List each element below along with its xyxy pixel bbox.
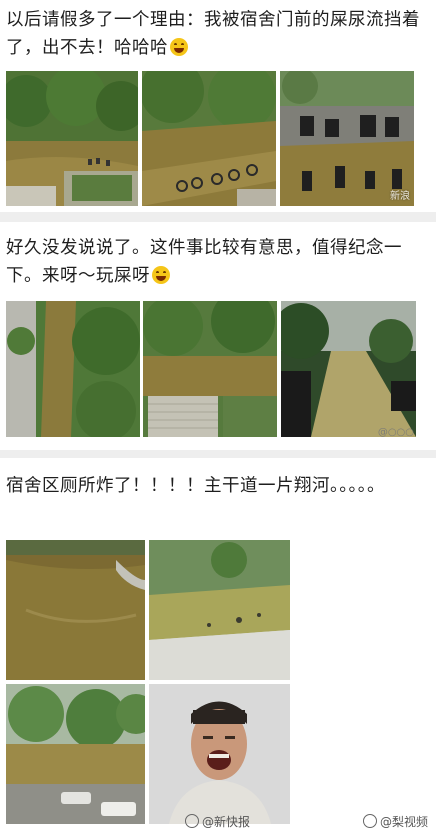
- source-mark-right: @梨视频: [362, 813, 428, 830]
- source-right-label: @梨视频: [379, 815, 428, 829]
- road-flood-overview-image: [6, 684, 145, 824]
- source-mark-left: @新快报: [185, 813, 250, 830]
- overflowing-water-image: [149, 540, 290, 680]
- post-3-photo-4[interactable]: [149, 684, 290, 824]
- post-3: 宿舍区厕所炸了！！！！主干道一片翔河。。。。。 @新快报 @梨视频: [0, 458, 436, 836]
- post-2-text-content: 好久没发说说了。这件事比较有意思，值得纪念一下。来呀～玩屎呀: [6, 238, 402, 286]
- post-1: 以后请假多了一个理由：我被宿舍门前的屎尿流挡着了，出不去！哈哈哈 新浪: [0, 0, 436, 212]
- post-1-text: 以后请假多了一个理由：我被宿舍门前的屎尿流挡着了，出不去！哈哈哈: [6, 6, 426, 62]
- post-3-photo-3[interactable]: [6, 684, 145, 824]
- post-2-text: 好久没发说说了。这件事比较有意思，值得纪念一下。来呀～玩屎呀: [6, 234, 426, 290]
- weibo-icon: [362, 814, 377, 828]
- source-left-label: @新快报: [202, 815, 251, 829]
- flooded-steps-image: [143, 301, 277, 437]
- weibo-icon: [185, 814, 199, 828]
- post-3-text: 宿舍区厕所炸了！！！！主干道一片翔河。。。。。: [6, 472, 426, 500]
- flooded-scooters-image: [280, 71, 414, 206]
- post-3-photo-1[interactable]: [6, 540, 145, 680]
- photo-watermark: 新浪: [390, 191, 410, 202]
- screaming-man-image: [149, 684, 290, 824]
- flooded-road-image: [6, 71, 138, 206]
- post-2-photo-3[interactable]: @○○○: [281, 301, 416, 437]
- post-1-photo-3[interactable]: 新浪: [280, 71, 414, 206]
- post-2: 好久没发说说了。这件事比较有意思，值得纪念一下。来呀～玩屎呀 @○○○: [0, 222, 436, 450]
- post-3-photo-2[interactable]: [149, 540, 290, 680]
- flooded-bike-park-image: [142, 71, 276, 206]
- laughing-tears-emoji-icon: [170, 38, 188, 56]
- post-2-photo-2[interactable]: [143, 301, 277, 437]
- flooded-walkway-image: [281, 301, 416, 437]
- post-2-photo-1[interactable]: [6, 301, 140, 437]
- post-1-photo-2[interactable]: [142, 71, 276, 206]
- post-1-text-content: 以后请假多了一个理由：我被宿舍门前的屎尿流挡着了，出不去！哈哈哈: [6, 10, 420, 58]
- post-watermark: @○○○: [377, 427, 414, 437]
- laughing-emoji-icon: [152, 266, 170, 284]
- post-3-text-content: 宿舍区厕所炸了！！！！主干道一片翔河。。。。。: [6, 476, 385, 496]
- flooded-main-road-image: [6, 540, 145, 680]
- aerial-flood-image: [6, 301, 140, 437]
- post-1-photo-1[interactable]: [6, 71, 138, 206]
